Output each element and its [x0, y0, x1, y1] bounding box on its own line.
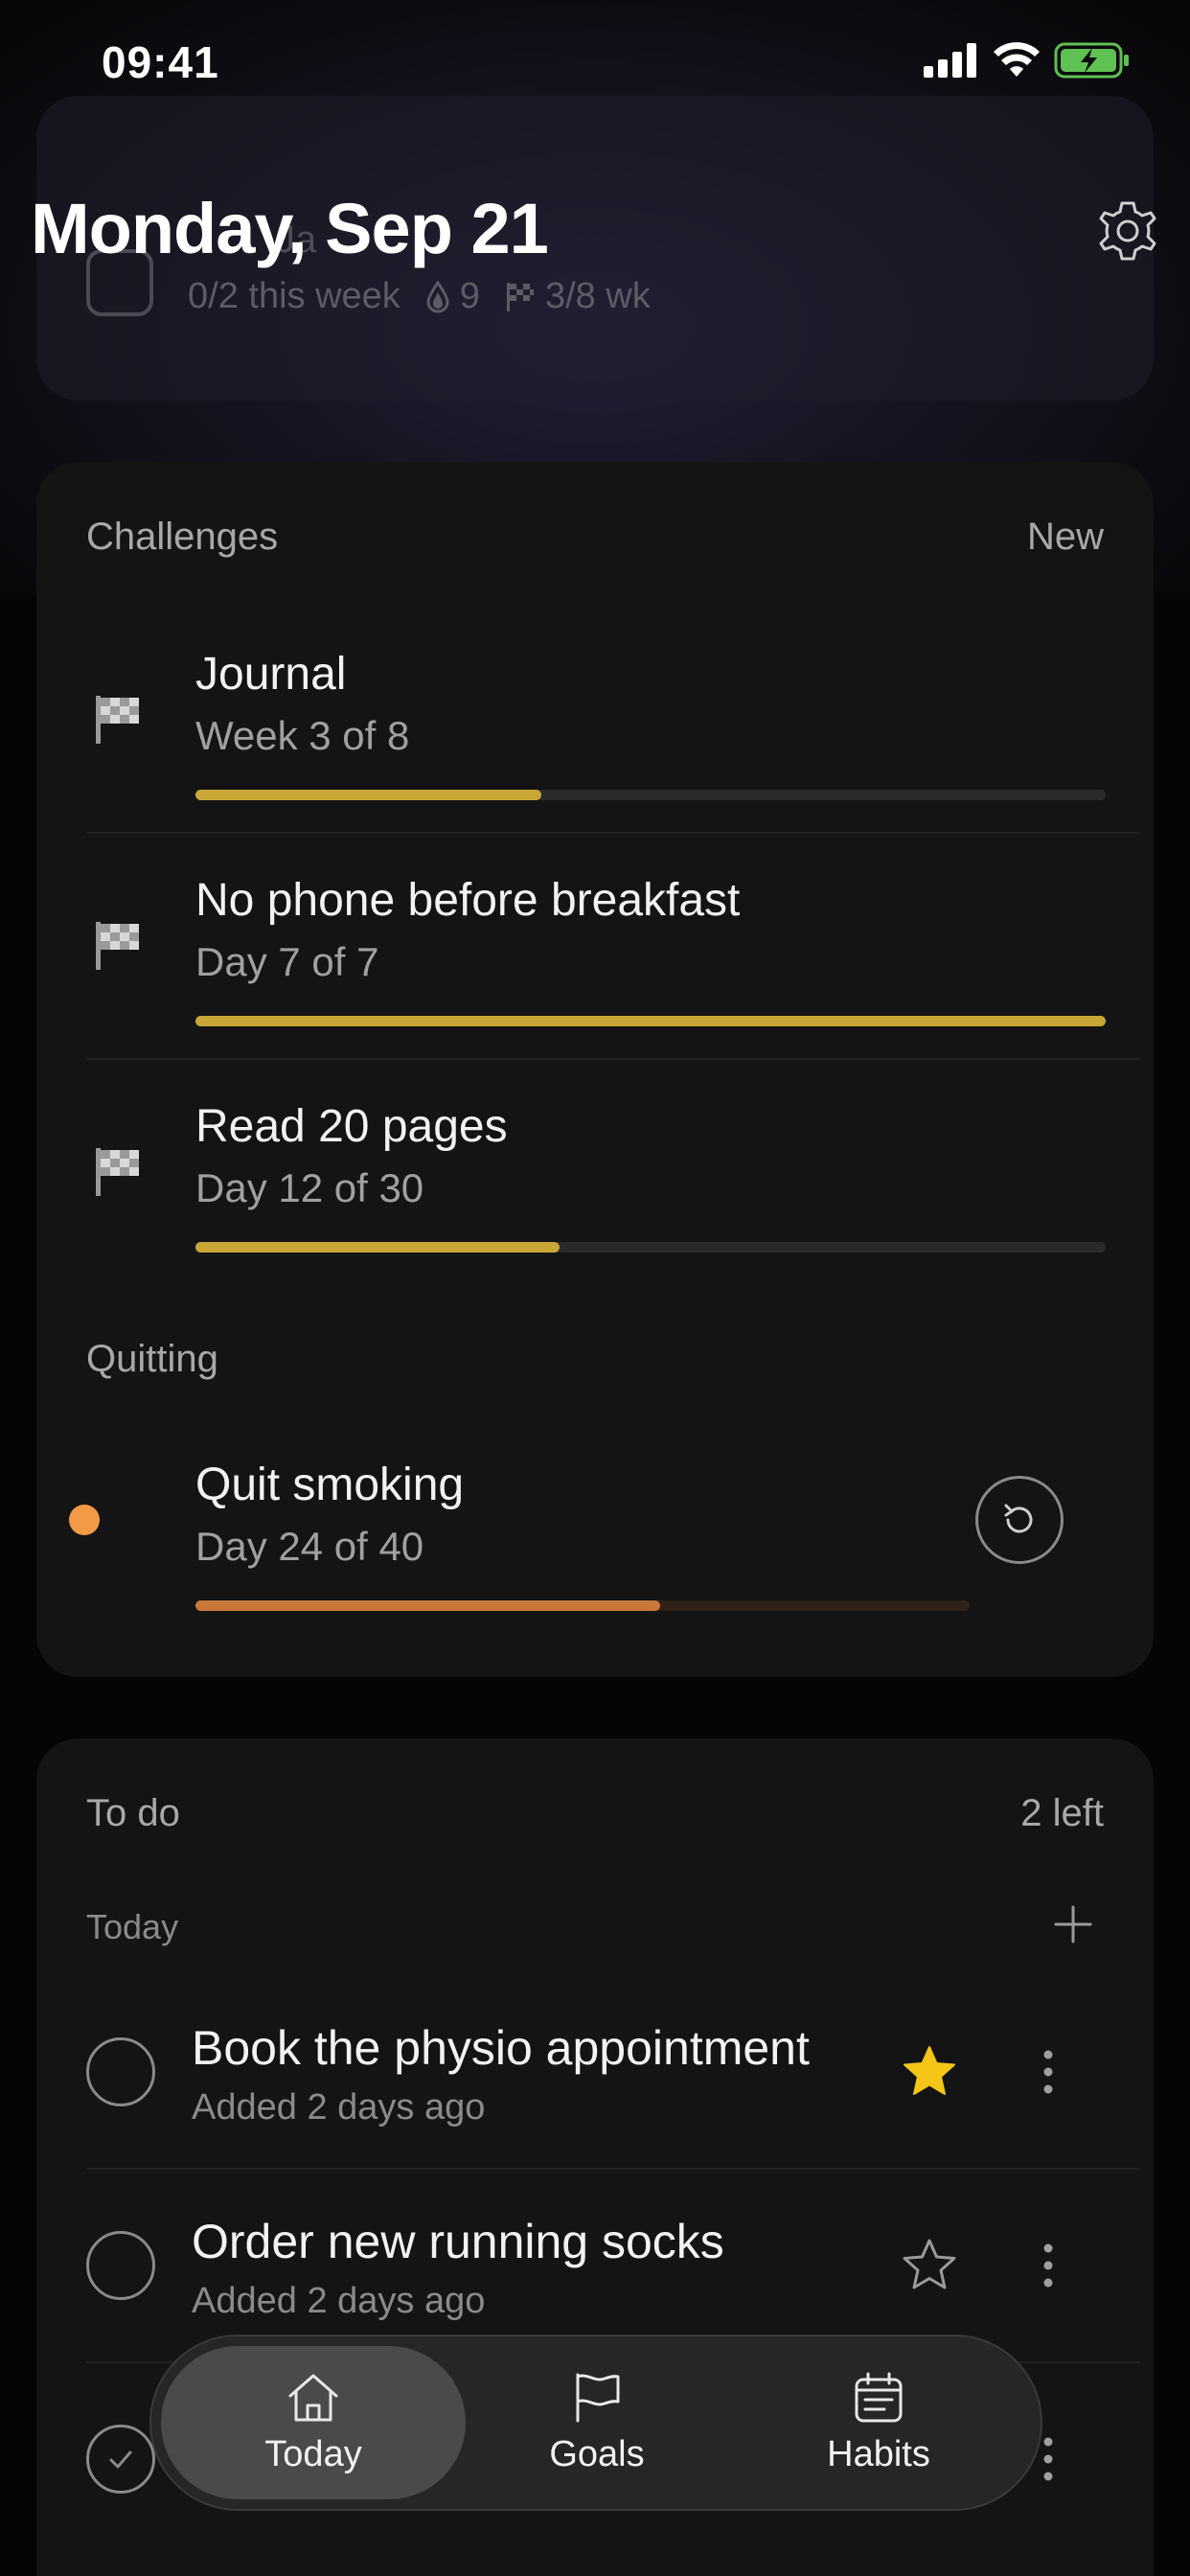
habit-streak-value: 9: [459, 276, 480, 316]
challenge-subtitle: Day 7 of 7: [195, 939, 379, 984]
challenge-row-no-phone[interactable]: No phone before breakfast Day 7 of 7: [36, 836, 1154, 1062]
tab-bar: Today Goals Habits: [149, 2334, 1042, 2511]
status-icons: [924, 42, 1131, 79]
calendar-icon: [855, 2372, 903, 2422]
challenge-progress-bar: [195, 790, 1106, 800]
divider: [86, 832, 1140, 834]
challenge-progress-bar: [195, 1016, 1106, 1026]
habit-challenge-value: 3/8 wk: [544, 276, 651, 316]
challenge-subtitle: Day 12 of 30: [195, 1165, 424, 1210]
todo-section-today: Today: [86, 1907, 179, 1946]
reset-icon: [1004, 1504, 1033, 1533]
home-icon: [288, 2374, 338, 2421]
status-time: 09:41: [102, 37, 219, 87]
todo-checkbox-checked[interactable]: [86, 2425, 155, 2494]
tab-today[interactable]: Today: [161, 2346, 466, 2499]
reset-button[interactable]: [975, 1476, 1064, 1564]
check-icon: [109, 2450, 132, 2469]
flag-icon: [576, 2373, 620, 2422]
checkered-flag-icon: [96, 696, 139, 744]
challenge-title: Journal: [195, 649, 347, 700]
challenge-progress-fill: [195, 790, 541, 800]
checkered-flag-icon: [96, 1148, 139, 1196]
checkered-flag-icon: [506, 282, 534, 311]
add-todo-button[interactable]: [1050, 1901, 1096, 1947]
quitting-subtitle: Day 24 of 40: [195, 1524, 424, 1569]
challenge-subtitle: Week 3 of 8: [195, 713, 410, 758]
tab-label: Habits: [827, 2433, 930, 2474]
tab-goals[interactable]: Goals: [445, 2346, 749, 2499]
page-title: Monday, Sep 21: [31, 189, 549, 268]
tab-label: Today: [264, 2433, 362, 2474]
battery-charging-icon: [1054, 42, 1129, 79]
challenges-label: Challenges: [86, 516, 279, 558]
divider: [86, 1058, 1140, 1060]
challenge-row-read[interactable]: Read 20 pages Day 12 of 30: [36, 1062, 1154, 1288]
checkered-flag-icon: [96, 922, 139, 970]
wifi-icon: [994, 42, 1040, 77]
challenge-row-journal[interactable]: Journal Week 3 of 8: [36, 610, 1154, 836]
tab-habits[interactable]: Habits: [726, 2346, 1031, 2499]
todo-added: Added 2 days ago: [192, 2087, 486, 2128]
habit-meta: 0/2 this week 9 3/8 wk: [188, 276, 651, 317]
challenge-progress-fill: [195, 1242, 560, 1253]
challenge-title: No phone before breakfast: [195, 875, 741, 926]
gear-icon: [1099, 201, 1156, 261]
todo-item[interactable]: Order new running socks Added 2 days ago: [36, 2170, 1154, 2361]
habit-week-progress: 0/2 this week: [188, 276, 400, 316]
quitting-title: Quit smoking: [195, 1460, 465, 1510]
challenge-progress-bar: [195, 1242, 1106, 1253]
habit-streak: 9: [425, 276, 480, 317]
quitting-progress-fill: [195, 1600, 660, 1611]
todo-title: Book the physio appointment: [192, 2021, 810, 2075]
todo-item[interactable]: Book the physio appointment Added 2 days…: [36, 1976, 1154, 2168]
todo-label: To do: [86, 1792, 180, 1834]
more-vertical-icon[interactable]: [1037, 2045, 1060, 2099]
drop-icon: [426, 280, 449, 312]
habit-challenge: 3/8 wk: [505, 276, 651, 317]
todo-checkbox[interactable]: [86, 2231, 155, 2300]
new-challenge-button[interactable]: New: [1027, 516, 1104, 559]
todo-checkbox[interactable]: [86, 2037, 155, 2106]
quitting-status-dot: [69, 1505, 100, 1535]
settings-button[interactable]: [1092, 196, 1163, 266]
todo-added: Added 2 days ago: [192, 2281, 486, 2321]
todo-title: Order new running socks: [192, 2215, 724, 2268]
signal-icon: [924, 43, 976, 78]
star-filled-icon[interactable]: [899, 2041, 960, 2103]
quitting-progress-bar: [195, 1600, 970, 1611]
challenge-progress-fill: [195, 1016, 1106, 1026]
challenge-title: Read 20 pages: [195, 1101, 508, 1152]
quitting-label: Quitting: [86, 1338, 218, 1380]
todo-count: 2 left: [1020, 1792, 1104, 1834]
tab-label: Goals: [549, 2433, 645, 2474]
more-vertical-icon[interactable]: [1037, 2239, 1060, 2292]
star-outline-icon[interactable]: [899, 2235, 960, 2296]
plus-icon: [1054, 1905, 1092, 1944]
